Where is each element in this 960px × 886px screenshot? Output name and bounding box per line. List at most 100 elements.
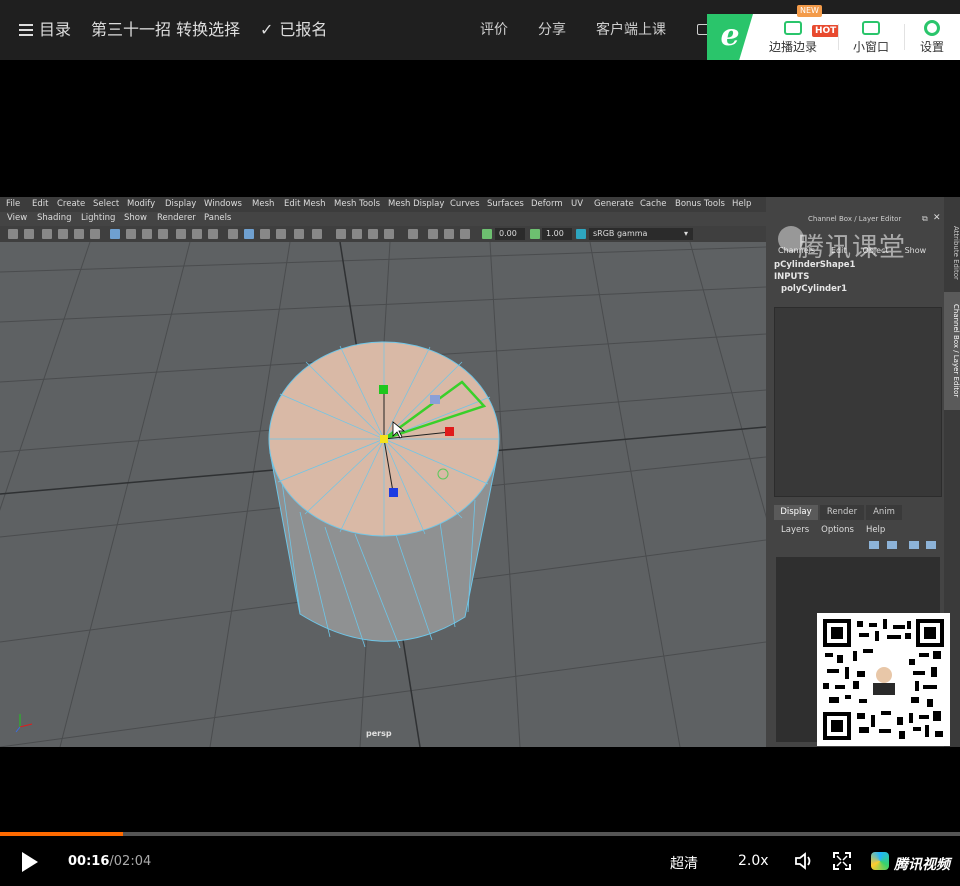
float-icon[interactable]: ⧉ [922,214,928,224]
menu-generate[interactable]: Generate [594,199,634,209]
watermark: 腾讯课堂 [798,233,907,263]
progress-bar[interactable] [0,832,960,836]
gear-icon [924,20,940,36]
pencil-icon[interactable] [90,229,100,239]
select-icon[interactable] [408,229,418,239]
catalog-button[interactable]: 目录 [19,0,71,60]
perspective-viewport[interactable]: persp [0,242,766,747]
menu-mesh[interactable]: Mesh [252,199,274,209]
mini-window-button[interactable]: 小窗口 [840,14,902,60]
menu-uv[interactable]: UV [571,199,583,209]
shadows-icon[interactable] [176,229,186,239]
menu-curves[interactable]: Curves [450,199,480,209]
ssao-icon[interactable] [336,229,346,239]
safe-action-icon[interactable] [444,229,454,239]
menu-layers[interactable]: Layers [781,525,809,535]
speed-button[interactable]: 2.0x [738,853,769,869]
menu-deform[interactable]: Deform [531,199,563,209]
record-while-play-button[interactable]: 边播边录 [760,14,826,60]
menu-create[interactable]: Create [57,199,85,209]
safe-title-icon[interactable] [460,229,470,239]
menu-edit-mesh[interactable]: Edit Mesh [284,199,326,209]
smooth-shade-icon[interactable] [126,229,136,239]
color-management-icon[interactable] [576,229,586,239]
tab-anim[interactable]: Anim [866,505,902,520]
colorspace-dropdown[interactable]: sRGB gamma ▾ [589,228,693,240]
panel-menu-panels[interactable]: Panels [204,213,231,223]
gamma-field[interactable]: 1.00 [542,228,572,240]
client-class-button[interactable]: 客户端上课 [596,0,666,60]
layer-menu: Layers Options Help [781,525,897,535]
cylinder-mesh[interactable] [268,341,500,649]
menu-layer-help[interactable]: Help [866,525,885,535]
play-icon[interactable] [22,852,38,872]
fullscreen-icon[interactable] [833,852,851,870]
menu-edit[interactable]: Edit [32,199,48,209]
exposure-field[interactable]: 0.00 [495,228,525,240]
share-button[interactable]: 分享 [538,0,566,60]
textured-icon[interactable] [142,229,152,239]
ao-icon[interactable] [192,229,202,239]
menu-modify[interactable]: Modify [127,199,155,209]
chevron-down-icon: ▾ [683,229,688,238]
close-icon[interactable]: ✕ [933,213,941,223]
frame-icon[interactable] [428,229,438,239]
xray-icon[interactable] [244,229,254,239]
panel-menu-shading[interactable]: Shading [37,213,72,223]
lesson-title: 第三十一招 转换选择 [91,20,241,39]
menu-help[interactable]: Help [732,199,751,209]
camera-icon[interactable] [8,229,18,239]
gate-icon[interactable] [368,229,378,239]
menu-bonus-tools[interactable]: Bonus Tools [675,199,725,209]
review-button[interactable]: 评价 [480,0,508,60]
quality-button[interactable]: 超清 [670,853,698,873]
enrolled-label: 已报名 [279,20,328,39]
resolution-icon[interactable] [384,229,394,239]
menu-mesh-tools[interactable]: Mesh Tools [334,199,380,209]
tab-attribute-editor[interactable]: Attribute Editor [944,219,960,287]
input-node[interactable]: polyCylinder1 [781,284,847,294]
image-plane-icon[interactable] [58,229,68,239]
exposure-icon[interactable] [482,229,492,239]
video-player-page: 目录 第三十一招 转换选择 ✓ 已报名 评价 分享 客户端上课 e 边播边录 NE… [0,0,960,886]
menu-surfaces[interactable]: Surfaces [487,199,524,209]
aa-icon[interactable] [208,229,218,239]
move-layer-down-icon[interactable] [926,541,936,549]
wireframe-icon[interactable] [110,229,120,239]
xray-active-icon[interactable] [276,229,286,239]
volume-icon[interactable] [794,852,814,870]
gamma-icon[interactable] [530,229,540,239]
menu-icon [19,24,33,36]
xray-joints-icon[interactable] [260,229,270,239]
isolate-icon[interactable] [228,229,238,239]
menu-select[interactable]: Select [93,199,119,209]
new-layer-selected-icon[interactable] [887,541,897,549]
panel-menu-renderer[interactable]: Renderer [157,213,196,223]
motion-blur-icon[interactable] [294,229,304,239]
tab-display[interactable]: Display [774,505,818,520]
dof-icon[interactable] [312,229,322,239]
time-display: 00:16/02:04 [68,854,151,869]
menu-options[interactable]: Options [821,525,854,535]
panel-menu-view[interactable]: View [7,213,27,223]
panel-menu-lighting[interactable]: Lighting [81,213,115,223]
shading-icon[interactable] [352,229,362,239]
menu-cache[interactable]: Cache [640,199,666,209]
grid-icon[interactable] [74,229,84,239]
tab-render[interactable]: Render [820,505,864,520]
menu-display[interactable]: Display [165,199,196,209]
tab-show[interactable]: Show [905,246,927,255]
new-layer-icon[interactable] [869,541,879,549]
hot-badge: HOT [812,25,840,37]
panel-menu-show[interactable]: Show [124,213,147,223]
bookmark-icon[interactable] [42,229,52,239]
colorspace-value: sRGB gamma [593,229,648,238]
menu-file[interactable]: File [6,199,20,209]
menu-mesh-display[interactable]: Mesh Display [388,199,444,209]
camera-attr-icon[interactable] [24,229,34,239]
enrolled-status: ✓ 已报名 [260,0,327,60]
move-layer-up-icon[interactable] [909,541,919,549]
lights-icon[interactable] [158,229,168,239]
menu-windows[interactable]: Windows [204,199,242,209]
tab-channel-box[interactable]: Channel Box / Layer Editor [944,292,960,410]
